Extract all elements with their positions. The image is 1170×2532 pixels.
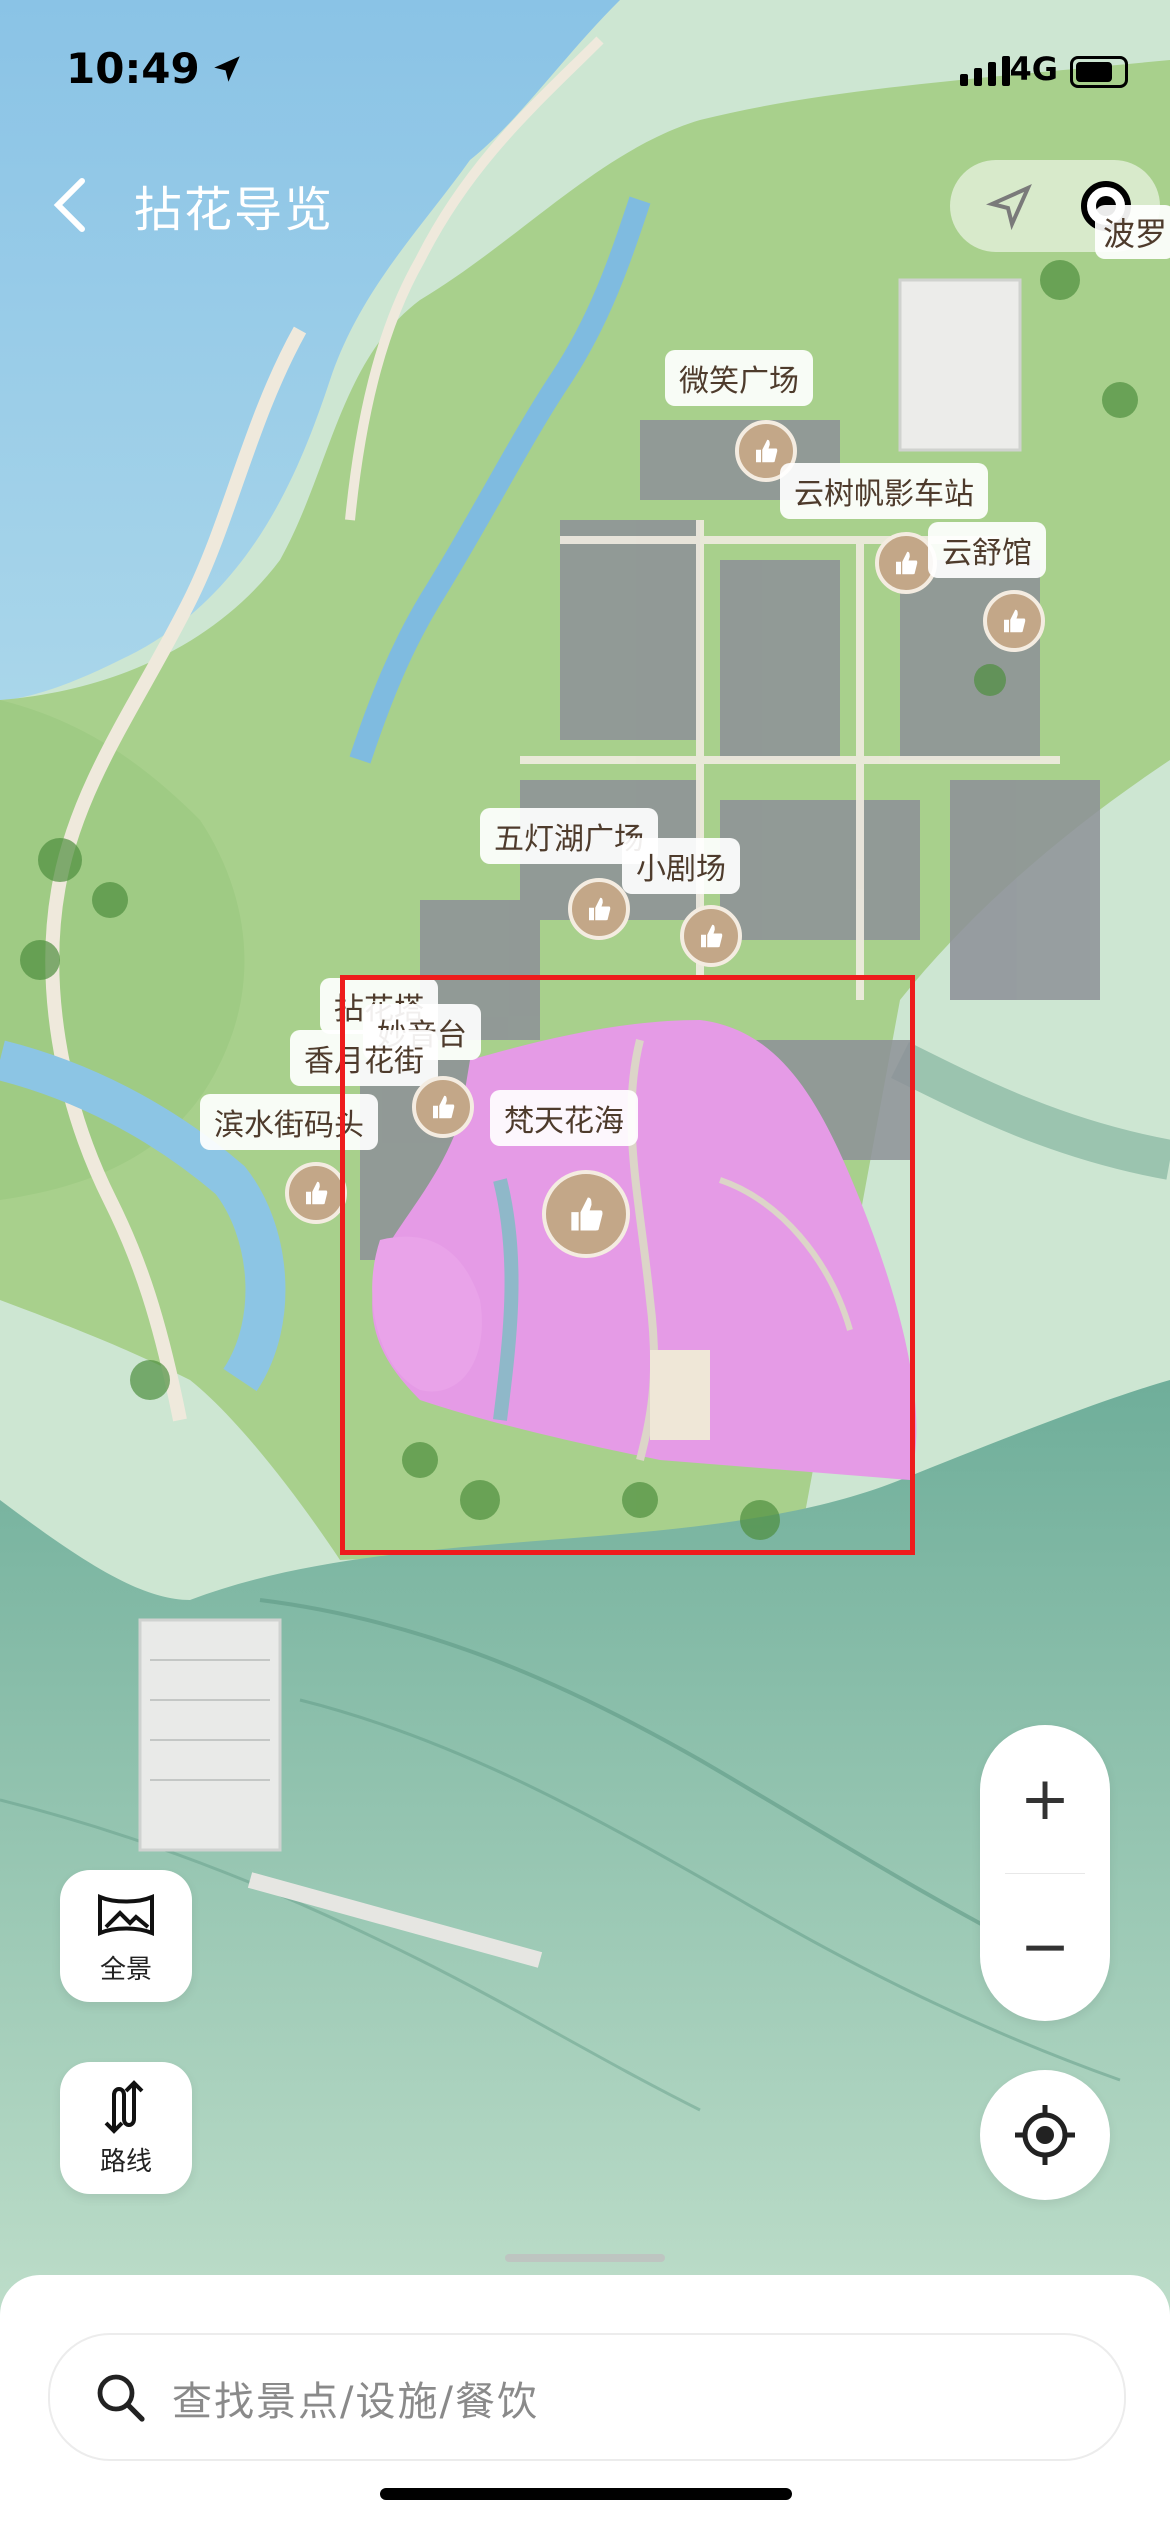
poi-badge-wudenghu[interactable] xyxy=(568,878,630,940)
thumbs-up-icon xyxy=(896,551,918,575)
thumbs-up-icon xyxy=(756,439,778,463)
route-label: 路线 xyxy=(99,2146,152,2177)
panorama-icon xyxy=(98,1893,154,1936)
zoom-out-button[interactable]: − xyxy=(980,1873,1110,2021)
sheet-drag-handle[interactable] xyxy=(505,2254,665,2262)
thumbs-up-icon xyxy=(589,897,611,921)
poi-label-yunshu[interactable]: 云树帆影车站 xyxy=(780,463,988,519)
zoom-controls: + − xyxy=(980,1725,1110,2021)
panorama-label: 全景 xyxy=(99,1954,152,1985)
poi-label-weixiao[interactable]: 微笑广场 xyxy=(665,350,813,406)
poi-label-xiaojuchang[interactable]: 小剧场 xyxy=(622,838,740,894)
poi-badge-xiaojuchang[interactable] xyxy=(680,905,742,967)
route-icon xyxy=(104,2079,144,2134)
thumbs-up-icon xyxy=(701,924,723,948)
status-bar: 10:49 4G xyxy=(0,0,1170,150)
search-input[interactable]: 查找景点/设施/餐饮 xyxy=(48,2333,1126,2461)
route-button[interactable]: 路线 xyxy=(60,2062,192,2194)
poi-badge-yunshu-guan[interactable] xyxy=(983,590,1045,652)
chevron-left-icon xyxy=(53,178,85,232)
poi-badge-binshuijie[interactable] xyxy=(285,1162,347,1224)
home-indicator xyxy=(380,2488,792,2500)
location-arrow-icon xyxy=(213,55,240,82)
thumbs-up-icon xyxy=(306,1181,328,1205)
search-icon xyxy=(97,2374,145,2422)
back-button[interactable] xyxy=(50,175,90,235)
battery-icon xyxy=(1070,56,1128,88)
parking-lot xyxy=(138,1618,282,1852)
search-placeholder: 查找景点/设施/餐饮 xyxy=(172,2379,539,2425)
navigation-arrow-button[interactable] xyxy=(985,182,1034,231)
network-type: 4G xyxy=(1009,50,1058,88)
poi-label-edge[interactable]: 波罗 xyxy=(1095,205,1170,259)
status-time: 10:49 xyxy=(66,44,244,93)
zoom-in-button[interactable]: + xyxy=(980,1725,1110,1873)
crosshair-icon xyxy=(1015,2105,1075,2165)
thumbs-up-icon xyxy=(1004,609,1026,633)
highlight-box xyxy=(340,975,915,1555)
cellular-signal-icon xyxy=(960,56,1010,86)
page-title: 拈花导览 xyxy=(134,182,335,238)
navigation-arrow-icon xyxy=(985,184,1032,231)
poi-label-yunshu-guan[interactable]: 云舒馆 xyxy=(928,522,1046,578)
my-location-button[interactable] xyxy=(980,2070,1110,2200)
panorama-button[interactable]: 全景 xyxy=(60,1870,192,2002)
